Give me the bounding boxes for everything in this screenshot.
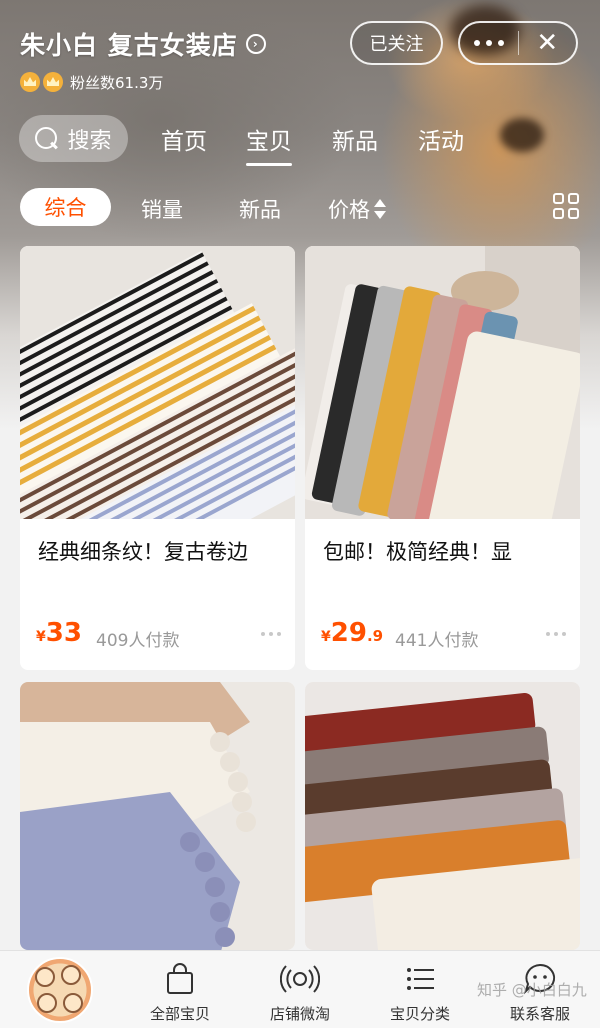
watermark: 知乎 @小白白九 (477, 981, 587, 999)
shop-header: 朱小白 复古女装店 › 粉丝数61.3万 已关注 ✕ (0, 0, 600, 100)
crown-icon (43, 72, 63, 92)
all-items-button[interactable]: 全部宝贝 (130, 959, 230, 1024)
search-button[interactable]: 搜索 (19, 115, 128, 162)
tab-home[interactable]: 首页 (161, 122, 207, 156)
product-card[interactable]: 经典细条纹！复古卷边 ¥33 409人付款 (20, 246, 295, 670)
product-name: 经典细条纹！复古卷边 (38, 540, 248, 564)
shop-rank-crowns (20, 72, 63, 92)
bag-icon (167, 963, 193, 994)
tab-items[interactable]: 宝贝 (246, 122, 292, 166)
shop-name: 朱小白 复古女装店 (20, 31, 238, 60)
shop-feed-button[interactable]: 店铺微淘 (250, 959, 350, 1024)
product-image (305, 682, 580, 950)
product-card[interactable] (305, 682, 580, 950)
shop-feed-label: 店铺微淘 (269, 1005, 330, 1023)
more-icon[interactable] (546, 632, 566, 636)
product-image (20, 246, 295, 519)
list-icon (407, 968, 434, 990)
crown-icon (20, 72, 40, 92)
follow-button[interactable]: 已关注 (350, 21, 443, 65)
broadcast-icon (280, 965, 320, 993)
all-items-label: 全部宝贝 (149, 1005, 210, 1023)
product-card[interactable]: 包邮！极简经典！显 ¥29.9 441人付款 (305, 246, 580, 670)
category-label: 宝贝分类 (389, 1005, 450, 1023)
product-name: 包邮！极简经典！显 (323, 540, 512, 564)
product-sold-count: 409人付款 (96, 631, 180, 651)
close-icon[interactable]: ✕ (518, 30, 576, 56)
shop-name-link[interactable]: 朱小白 复古女装店 › (20, 26, 266, 62)
sort-price[interactable]: 价格 (328, 194, 386, 224)
product-image (20, 682, 295, 950)
product-sold-count: 441人付款 (395, 631, 479, 651)
search-icon (35, 126, 59, 151)
tab-new[interactable]: 新品 (332, 122, 378, 156)
sort-comprehensive[interactable]: 综合 (20, 188, 111, 226)
tab-events[interactable]: 活动 (418, 122, 464, 156)
customer-service-label: 联系客服 (509, 1005, 570, 1023)
shop-main-nav: 搜索 首页 宝贝 新品 活动 (0, 115, 600, 166)
shop-bottom-bar: 全部宝贝 店铺微淘 宝贝分类 联系客服 知乎 @小白白九 (0, 950, 600, 1028)
sort-bar: 综合 销量 新品 价格 (0, 188, 600, 228)
product-image (305, 246, 580, 519)
sort-sales[interactable]: 销量 (141, 194, 183, 224)
sort-new[interactable]: 新品 (239, 194, 281, 224)
category-button[interactable]: 宝贝分类 (370, 959, 470, 1024)
sort-arrows-icon (374, 198, 386, 220)
more-icon[interactable] (261, 632, 281, 636)
search-label: 搜索 (67, 128, 112, 154)
more-icon[interactable] (460, 40, 518, 46)
shop-avatar[interactable] (27, 957, 93, 1023)
sort-price-label: 价格 (328, 198, 370, 222)
chevron-right-icon: › (245, 34, 266, 54)
product-price: ¥29.9 (321, 618, 384, 648)
product-card[interactable] (20, 682, 295, 950)
mini-program-capsule: ✕ (458, 21, 578, 65)
grid-view-icon[interactable] (553, 193, 581, 221)
product-price: ¥33 (36, 618, 82, 648)
fans-count: 粉丝数61.3万 (70, 74, 164, 92)
